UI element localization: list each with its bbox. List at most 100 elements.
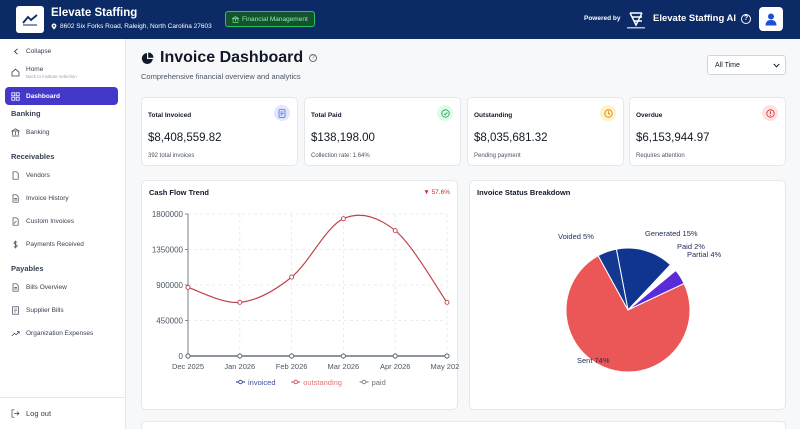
dashboard-icon — [11, 91, 20, 101]
sidebar: Collapse Home Back to institute selectio… — [0, 39, 126, 429]
section-payables: Payables — [11, 264, 44, 273]
y-tick-label: 0 — [179, 352, 184, 361]
pie-label-generated: Generated 15% — [645, 229, 698, 238]
y-tick-label: 450000 — [156, 317, 183, 326]
bank-icon — [11, 128, 20, 137]
banking-label: Banking — [26, 129, 50, 136]
legend-label-invoiced: invoiced — [248, 378, 276, 387]
y-tick-label: 900000 — [156, 281, 183, 290]
location-pin-icon — [51, 23, 57, 30]
kpi-sublabel: Collection rate: 1.64% — [311, 153, 370, 159]
logout-button[interactable]: Log out — [0, 409, 126, 418]
kpi-label: Total Invoiced — [148, 112, 192, 119]
sidebar-item-payments-received[interactable]: Payments Received — [0, 240, 126, 249]
home-icon — [11, 68, 20, 77]
edit-file-icon — [11, 217, 20, 226]
series-line-outstanding — [187, 214, 448, 303]
sidebar-item-vendors[interactable]: Vendors — [0, 171, 126, 180]
legend-dot-invoiced — [238, 379, 243, 385]
data-point-paid — [444, 353, 450, 359]
sidebar-item-supplier-bills[interactable]: Supplier Bills — [0, 306, 126, 315]
payments-received-label: Payments Received — [26, 241, 84, 248]
organization-expenses-label: Organization Expenses — [26, 330, 94, 337]
document-icon — [11, 306, 20, 315]
x-tick-label: Mar 2026 — [328, 362, 360, 371]
sidebar-item-bills-overview[interactable]: Bills Overview — [0, 283, 126, 292]
kpi-label: Outstanding — [474, 112, 513, 119]
data-point-outstanding — [185, 284, 191, 290]
home-text: Home Back to institute selection — [26, 66, 77, 79]
invoice-status-chart[interactable]: Sent 74%Voided 5% Generated 15%Paid 2%Par… — [470, 199, 787, 411]
page-subtitle: Comprehensive financial overview and ana… — [141, 72, 301, 81]
section-banking: Banking — [11, 109, 41, 118]
invoice-status-title: Invoice Status Breakdown — [477, 188, 571, 197]
time-range-select[interactable]: All Time — [707, 55, 786, 75]
cash-flow-panel: Cash Flow Trend ▼ 57.6% 0 450000 900000 135… — [141, 180, 459, 411]
ai-brand-label: Elevate Staffing AI — [653, 13, 737, 24]
kpi-value: $6,153,944.97 — [636, 132, 710, 144]
help-icon[interactable]: ? — [309, 54, 318, 62]
chevron-left-icon — [11, 47, 20, 56]
x-tick-label: Feb 2026 — [276, 362, 308, 371]
legend-label-outstanding: outstanding — [303, 378, 342, 387]
logo-icon — [22, 13, 38, 25]
financial-management-badge[interactable]: Financial Management — [225, 11, 315, 27]
kpi-card-outstanding: Outstanding $8,035,681.32 Pending paymen… — [467, 97, 624, 166]
y-tick-label: 1350000 — [152, 246, 184, 255]
company-logo[interactable] — [16, 6, 44, 33]
cash-flow-title: Cash Flow Trend — [149, 188, 210, 197]
kpi-sublabel: 392 total invoices — [148, 153, 195, 159]
collapse-button[interactable]: Collapse — [0, 47, 126, 56]
document-icon — [274, 105, 290, 121]
cash-flow-trend: ▼ 57.6% — [423, 189, 450, 196]
kpi-card-total-paid: Total Paid $138,198.00 Collection rate: … — [304, 97, 461, 166]
sidebar-item-organization-expenses[interactable]: Organization Expenses — [0, 329, 126, 338]
x-tick-label: May 2026 — [431, 362, 459, 371]
user-icon — [765, 13, 777, 26]
kpi-value: $8,408,559.82 — [148, 132, 222, 144]
x-tick-label: Dec 2025 — [172, 362, 204, 371]
powered-by-label: Powered by — [584, 15, 621, 22]
sidebar-item-invoice-history[interactable]: Invoice History — [0, 194, 126, 203]
kpi-card-overdue: Overdue $6,153,944.97 Requires attention — [629, 97, 786, 166]
custom-invoices-label: Custom Invoices — [26, 218, 75, 225]
dashboard-label: Dashboard — [26, 92, 60, 100]
user-avatar[interactable] — [759, 7, 783, 31]
data-point-paid — [340, 353, 346, 359]
trending-up-icon — [11, 329, 20, 338]
file-icon — [11, 194, 20, 203]
pie-label-partial: Partial 4% — [687, 250, 722, 259]
alert-circle-icon — [762, 105, 778, 121]
sidebar-footer: Log out — [0, 397, 126, 429]
logout-label: Log out — [26, 409, 52, 418]
data-point-paid — [237, 353, 243, 359]
check-circle-icon — [437, 105, 453, 121]
x-tick-label: Jan 2026 — [224, 362, 255, 371]
sidebar-item-custom-invoices[interactable]: Custom Invoices — [0, 217, 126, 226]
supplier-bills-label: Supplier Bills — [26, 307, 64, 314]
kpi-card-total-invoiced: Total Invoiced $8,408,559.82 392 total i… — [141, 97, 298, 166]
sidebar-item-home[interactable]: Home Back to institute selection — [0, 66, 126, 79]
ai-brand[interactable]: Elevate Staffing AI ? — [653, 13, 752, 24]
pie-label-sent: Sent 74% — [577, 356, 610, 365]
page-title-text: Invoice Dashboard — [160, 49, 304, 66]
logout-icon — [11, 409, 20, 418]
file-icon — [11, 171, 20, 180]
clock-icon — [600, 105, 616, 121]
kpi-value: $8,035,681.32 — [474, 132, 548, 144]
help-icon[interactable]: ? — [741, 13, 752, 24]
data-point-outstanding — [444, 299, 450, 305]
dollar-icon — [11, 240, 20, 249]
sidebar-item-banking[interactable]: Banking — [0, 128, 126, 137]
kpi-label: Overdue — [636, 112, 663, 119]
data-point-outstanding — [392, 228, 398, 234]
pie-label-voided: Voided 5% — [558, 232, 594, 241]
sidebar-item-dashboard[interactable]: Dashboard — [5, 87, 118, 105]
home-label: Home — [26, 66, 44, 73]
cash-flow-chart[interactable]: 0 450000 900000 1350000 1800000 Dec 2025 Jan 2… — [142, 199, 459, 411]
data-point-paid — [392, 353, 398, 359]
data-point-paid — [289, 353, 295, 359]
bank-icon — [232, 15, 239, 23]
kpi-label: Total Paid — [311, 112, 342, 119]
next-panel-edge — [141, 421, 786, 429]
